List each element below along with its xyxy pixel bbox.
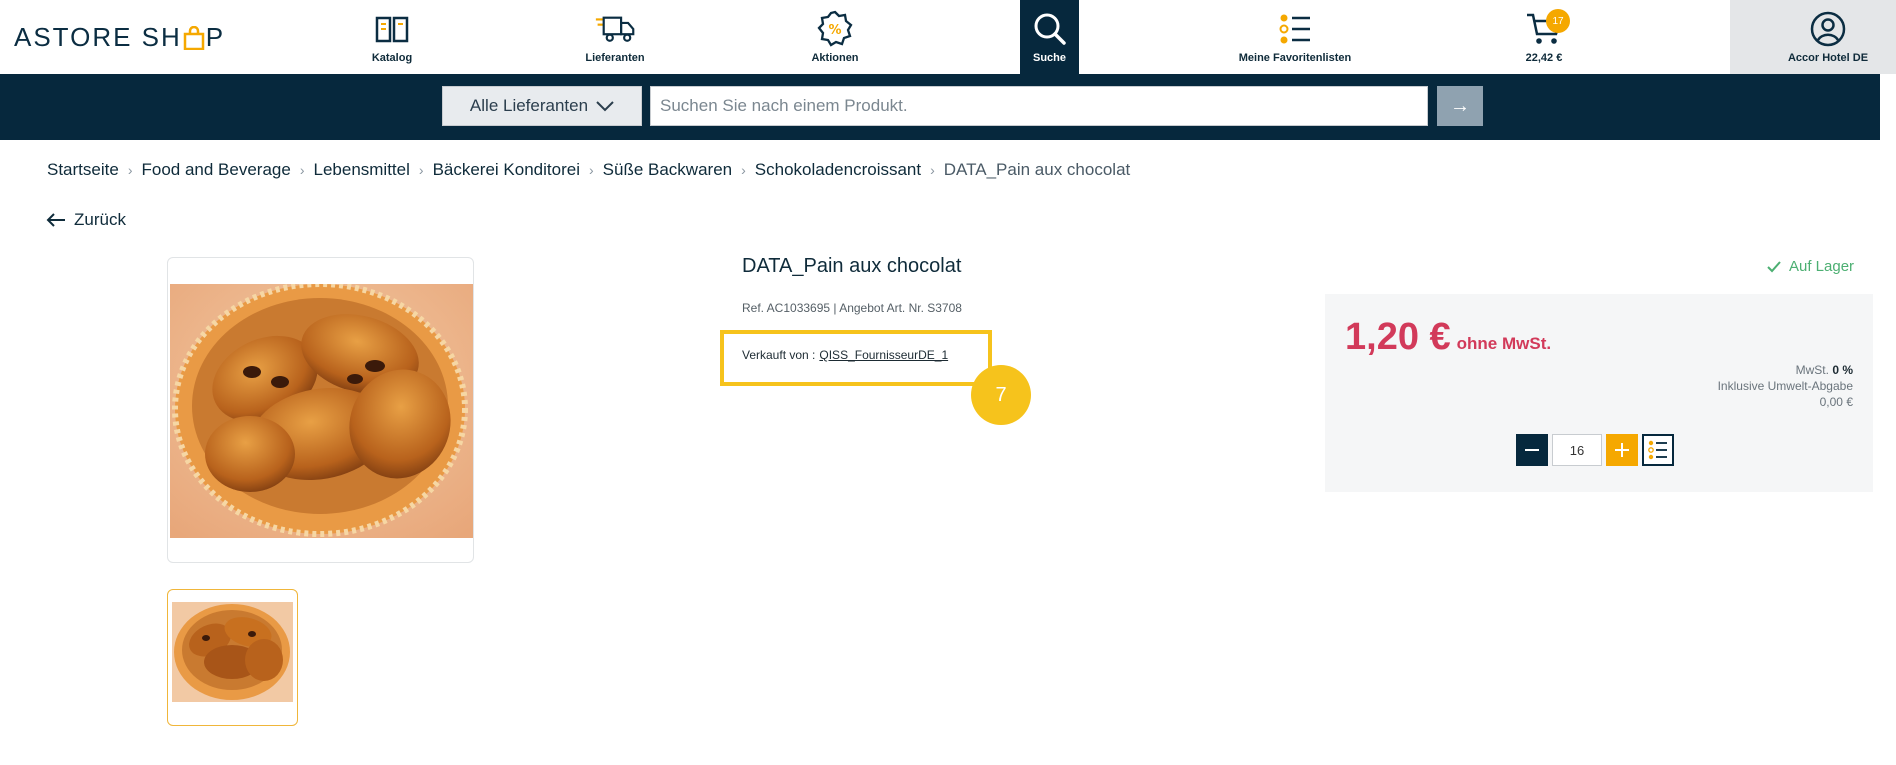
search-icon	[1030, 9, 1070, 49]
eco-fee-label: Inklusive Umwelt-Abgabe	[1717, 379, 1853, 393]
percent-badge-icon: %	[815, 9, 855, 49]
cart-count-badge: 17	[1546, 9, 1570, 33]
eco-fee-value: 0,00 €	[1819, 395, 1853, 409]
chevron-down-icon	[596, 101, 614, 112]
list-icon	[1648, 440, 1667, 460]
logo-text-end: P	[205, 22, 226, 52]
nav-label: Lieferanten	[585, 52, 645, 64]
shopping-bag-icon	[183, 25, 205, 50]
breadcrumb-item[interactable]: Schokoladencroissant	[755, 160, 921, 180]
stock-status-label: Auf Lager	[1789, 258, 1855, 275]
breadcrumb-item[interactable]: Süße Backwaren	[603, 160, 732, 180]
nav-favoritenlisten[interactable]: Meine Favoritenlisten	[1230, 0, 1360, 74]
decrease-quantity-button[interactable]	[1516, 434, 1548, 466]
sold-by: Verkauft von : QISS_FournisseurDE_1	[742, 348, 948, 362]
product-title: DATA_Pain aux chocolat	[742, 255, 962, 277]
price-tax-suffix: ohne MwSt.	[1456, 334, 1552, 353]
vat-value: 0 %	[1832, 363, 1853, 377]
arrow-left-icon	[46, 213, 65, 227]
supplier-dropdown[interactable]: Alle Lieferanten	[442, 86, 642, 126]
plus-icon	[1615, 443, 1629, 457]
seller-link[interactable]: QISS_FournisseurDE_1	[819, 348, 948, 362]
breadcrumb-item[interactable]: Bäckerei Konditorei	[433, 160, 580, 180]
breadcrumb-item[interactable]: Startseite	[47, 160, 119, 180]
search-submit-button[interactable]: →	[1437, 86, 1483, 126]
chevron-right-icon: ›	[741, 162, 746, 178]
quantity-input[interactable]	[1552, 434, 1602, 466]
product-thumbnail-image	[172, 602, 293, 702]
svg-text:%: %	[828, 23, 841, 38]
stock-status: Auf Lager	[1767, 258, 1854, 275]
product-reference: Ref. AC1033695 | Angebot Art. Nr. S3708	[742, 301, 962, 315]
back-link-label: Zurück	[74, 210, 126, 229]
cart-icon: 17	[1524, 9, 1570, 49]
nav-label: Suche	[1032, 52, 1066, 64]
price: 1,20 € ohne MwSt.	[1345, 316, 1551, 359]
check-icon	[1767, 260, 1781, 272]
main-product-image-card[interactable]	[167, 257, 474, 563]
vat-label: MwSt.	[1795, 363, 1829, 377]
chevron-right-icon: ›	[299, 162, 305, 178]
arrow-right-icon: →	[1450, 94, 1470, 117]
user-icon	[1808, 9, 1848, 49]
product-thumbnail[interactable]	[167, 589, 298, 726]
nav-aktionen[interactable]: % Aktionen	[800, 0, 870, 74]
product-image	[170, 284, 473, 538]
logo-text: ASTORE SH	[14, 22, 182, 52]
truck-icon	[595, 9, 635, 49]
account-area: Accor Hotel DE	[1730, 0, 1896, 74]
nav-suche[interactable]: Suche	[1020, 0, 1079, 74]
price-panel: 1,20 € ohne MwSt. MwSt. 0 % Inklusive Umw…	[1325, 294, 1873, 492]
nav-label: Aktionen	[811, 52, 859, 64]
search-input[interactable]	[650, 86, 1428, 126]
breadcrumb-current: DATA_Pain aux chocolat	[943, 160, 1131, 179]
nav-cart[interactable]: 17 22,42 €	[1515, 0, 1573, 74]
account-name: Accor Hotel DE	[1787, 52, 1869, 64]
book-icon	[372, 9, 412, 49]
nav-account[interactable]: Accor Hotel DE	[1773, 0, 1883, 74]
vat-line: MwSt. 0 %	[1718, 362, 1853, 378]
nav-lieferanten[interactable]: Lieferanten	[570, 0, 660, 74]
top-navigation: ASTORE SH P Katalog Lieferanten % Aktion…	[0, 0, 1896, 74]
chevron-right-icon: ›	[930, 162, 935, 178]
back-link[interactable]: Zurück	[46, 210, 126, 230]
increase-quantity-button[interactable]	[1606, 434, 1638, 466]
minus-icon	[1525, 449, 1539, 451]
step-number-badge: 7	[971, 365, 1031, 425]
tax-info: MwSt. 0 % Inklusive Umwelt-Abgabe 0,00 €	[1718, 362, 1853, 410]
nav-katalog[interactable]: Katalog	[362, 0, 422, 74]
price-amount: 1,20 €	[1345, 316, 1451, 358]
search-bar: Alle Lieferanten →	[0, 74, 1880, 140]
list-icon	[1275, 9, 1315, 49]
breadcrumb-item[interactable]: Food and Beverage	[141, 160, 290, 180]
quantity-stepper	[1516, 434, 1674, 466]
breadcrumb-item[interactable]: Lebensmittel	[314, 160, 410, 180]
chevron-right-icon: ›	[588, 162, 594, 178]
add-to-favorites-list-button[interactable]	[1642, 434, 1674, 466]
supplier-dropdown-label: Alle Lieferanten	[469, 96, 589, 115]
logo[interactable]: ASTORE SH P	[14, 22, 225, 53]
cart-total: 22,42 €	[1525, 52, 1563, 64]
nav-label: Meine Favoritenlisten	[1238, 52, 1352, 64]
nav-label: Katalog	[371, 52, 413, 64]
breadcrumb: Startseite › Food and Beverage › Lebensm…	[47, 160, 1130, 180]
chevron-right-icon: ›	[127, 162, 133, 178]
sold-by-label: Verkauft von :	[742, 348, 816, 362]
chevron-right-icon: ›	[418, 162, 424, 178]
